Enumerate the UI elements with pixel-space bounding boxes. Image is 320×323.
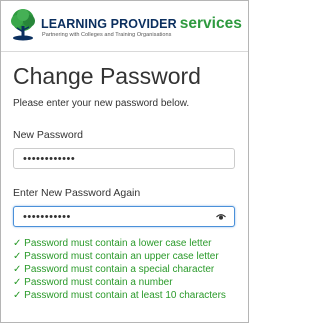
brand-accent-text: services — [179, 15, 242, 32]
tree-logo-icon — [11, 9, 35, 41]
brand-tagline: Partnering with Colleges and Training Or… — [42, 32, 172, 38]
brand-name: LEARNING PROVIDER services — [41, 16, 242, 32]
new-password-label: New Password — [13, 129, 84, 141]
intro-text: Please enter your new password below. — [13, 98, 190, 109]
form-content: Change Password Please enter your new pa… — [13, 65, 236, 302]
site-header: LEARNING PROVIDER services Partnering wit… — [1, 1, 248, 52]
confirm-password-field-wrapper — [13, 206, 235, 227]
page-title: Change Password — [13, 63, 201, 89]
change-password-panel: LEARNING PROVIDER services Partnering wit… — [0, 0, 249, 323]
eye-icon[interactable] — [216, 212, 226, 222]
new-password-input[interactable] — [14, 149, 234, 168]
new-password-field-wrapper — [13, 148, 235, 169]
confirm-password-input[interactable] — [14, 207, 234, 226]
rule-special-character: ✓ Password must contain a special charac… — [13, 264, 215, 275]
rule-min-length: ✓ Password must contain at least 10 char… — [13, 290, 226, 301]
brand-main-text: LEARNING PROVIDER — [41, 17, 177, 31]
rule-lowercase: ✓ Password must contain a lower case let… — [13, 238, 212, 249]
password-rules-list: ✓ Password must contain a lower case let… — [13, 237, 236, 302]
rule-uppercase: ✓ Password must contain an upper case le… — [13, 251, 219, 262]
confirm-password-label: Enter New Password Again — [13, 187, 141, 199]
rule-number: ✓ Password must contain a number — [13, 277, 173, 288]
